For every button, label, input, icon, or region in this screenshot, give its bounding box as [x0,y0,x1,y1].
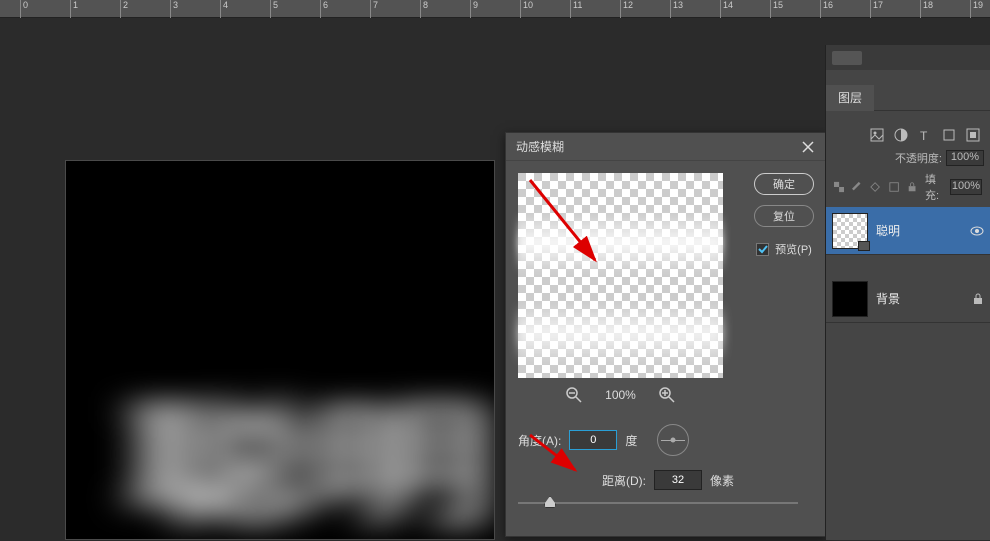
ruler-tick: 19 [970,0,983,18]
ruler-tick: 14 [720,0,733,18]
opacity-label: 不透明度: [895,150,942,166]
svg-text:T: T [920,129,928,142]
ruler-tick: 0 [20,0,28,18]
layer-filter-row: T [826,123,990,147]
ruler-tick: 12 [620,0,633,18]
lock-position-icon[interactable] [870,181,880,193]
angle-label: 角度(A): [518,432,561,449]
layer-thumbnail[interactable] [832,281,868,317]
shape-filter-icon[interactable] [942,128,956,142]
smart-filter-icon[interactable] [966,128,980,142]
canvas-text: 聪明 [124,356,488,540]
visibility-icon[interactable] [970,224,984,238]
ruler-tick: 18 [920,0,933,18]
ruler-horizontal: 0 1 2 3 4 5 6 7 8 9 10 11 12 13 14 15 16… [0,0,990,18]
ruler-tick: 16 [820,0,833,18]
text-filter-icon[interactable]: T [918,128,932,142]
ruler-tick: 13 [670,0,683,18]
distance-slider[interactable] [518,496,798,510]
lock-transparency-icon[interactable] [834,181,844,193]
zoom-percentage: 100% [605,388,636,402]
lock-icon [972,293,984,305]
motion-blur-dialog: 动感模糊 确定 复位 预览(P) 100% 角度(A): [505,132,827,537]
ok-button[interactable]: 确定 [754,173,814,195]
image-filter-icon[interactable] [870,128,884,142]
ruler-tick: 9 [470,0,478,18]
layer-row[interactable]: 聪明 [826,207,990,255]
fill-label: 填充: [925,171,946,203]
document-canvas[interactable]: 聪明 [65,160,495,540]
ruler-tick: 5 [270,0,278,18]
layer-thumbnail[interactable] [832,213,868,249]
layer-name[interactable]: 聪明 [876,222,962,239]
lock-brush-icon[interactable] [852,181,862,193]
layer-name[interactable]: 背景 [876,290,964,307]
ruler-tick: 2 [120,0,128,18]
dialog-titlebar[interactable]: 动感模糊 [506,133,826,161]
adjust-filter-icon[interactable] [894,128,908,142]
lock-artboard-icon[interactable] [889,181,899,193]
close-icon[interactable] [800,139,816,155]
ruler-tick: 17 [870,0,883,18]
distance-unit: 像素 [710,472,734,489]
ruler-tick: 4 [220,0,228,18]
ruler-tick: 10 [520,0,533,18]
lock-all-icon[interactable] [907,181,917,193]
zoom-in-icon[interactable] [658,386,676,404]
smart-object-badge-icon [858,241,870,251]
distance-label: 距离(D): [602,472,646,489]
panel-collapsed-tab[interactable] [826,45,990,70]
layers-panel: 图层 T 不透明度: 100% 填充: 100% 聪明 背景 [825,45,990,540]
preview-checkbox[interactable] [756,243,769,256]
ruler-tick: 6 [320,0,328,18]
filter-preview[interactable] [518,173,723,378]
angle-dial[interactable] [657,424,689,456]
ruler-tick: 11 [570,0,582,18]
tab-layers[interactable]: 图层 [826,85,874,111]
dialog-title: 动感模糊 [516,138,564,155]
zoom-out-icon[interactable] [565,386,583,404]
ruler-tick: 1 [70,0,78,18]
angle-input[interactable] [569,430,617,450]
fill-value[interactable]: 100% [950,179,982,195]
ruler-tick: 3 [170,0,178,18]
opacity-value[interactable]: 100% [946,150,984,166]
ruler-tick: 7 [370,0,378,18]
ruler-tick: 8 [420,0,428,18]
angle-unit: 度 [625,432,637,449]
reset-button[interactable]: 复位 [754,205,814,227]
layer-row[interactable]: 背景 [826,275,990,323]
preview-label: 预览(P) [775,241,812,257]
ruler-tick: 15 [770,0,783,18]
distance-input[interactable] [654,470,702,490]
